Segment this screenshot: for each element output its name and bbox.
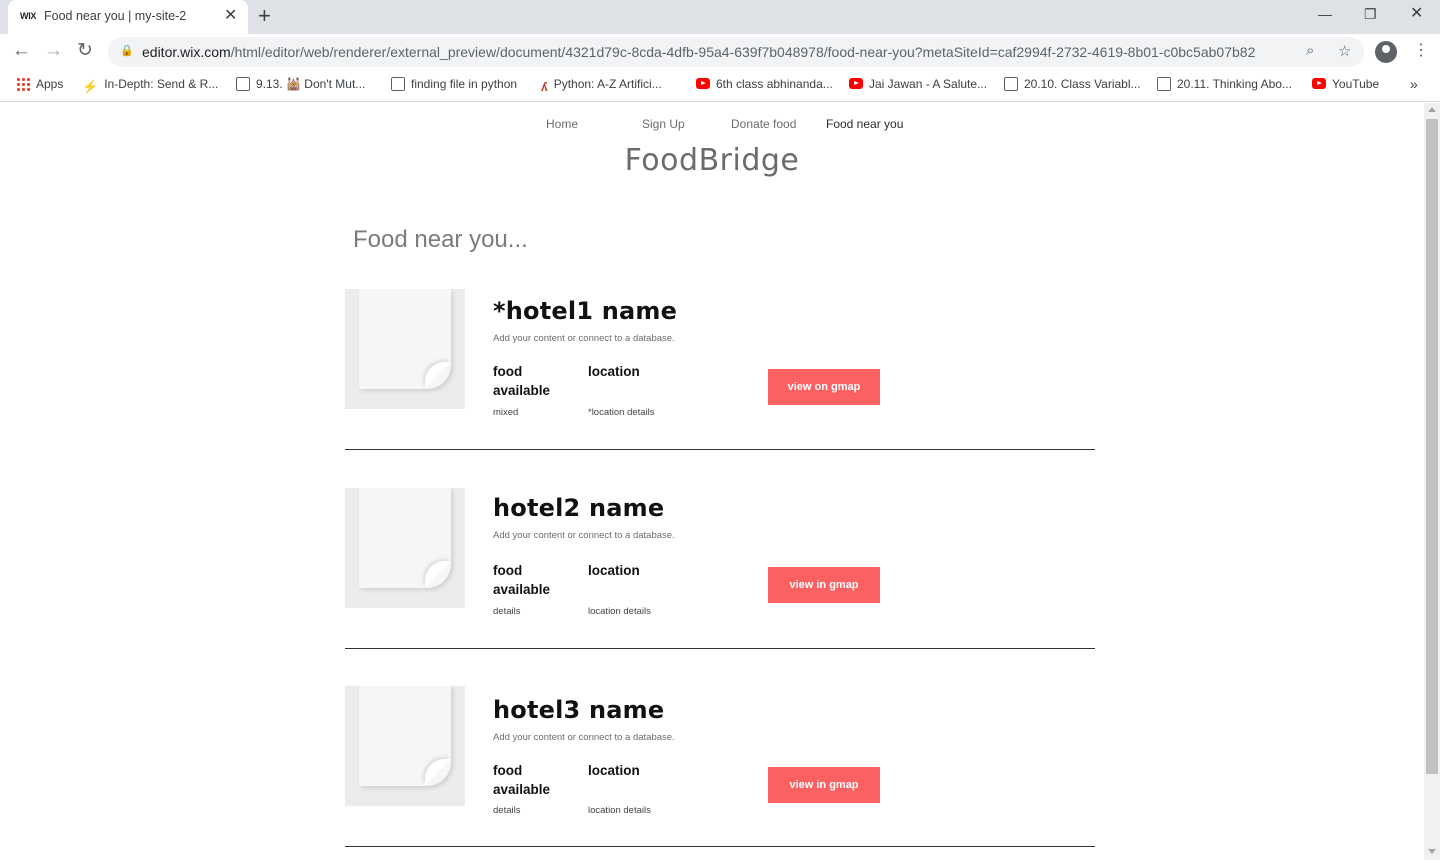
bookmark-item[interactable]: ʎ Python: A-Z Artifici... — [541, 77, 662, 94]
bookmark-item[interactable]: 20.11. Thinking Abo... — [1157, 77, 1292, 91]
tab-strip: WIX Food near you | my-site-2 ✕ + — ❐ ✕ — [0, 0, 1440, 34]
view-gmap-button[interactable]: view in gmap — [768, 767, 880, 803]
doc-icon — [1157, 77, 1171, 91]
view-gmap-button[interactable]: view on gmap — [768, 369, 880, 405]
location-value: location details — [588, 805, 651, 816]
bookmark-item[interactable]: ⚡ In-Depth: Send & R... — [82, 77, 218, 94]
youtube-icon — [696, 78, 710, 89]
nav-sign-up[interactable]: Sign Up — [642, 117, 685, 131]
hotel-description: Add your content or connect to a databas… — [493, 530, 675, 541]
bookmark-star-icon[interactable]: ☆ — [1338, 42, 1351, 60]
close-tab-icon[interactable]: ✕ — [224, 7, 237, 25]
food-value: details — [493, 805, 521, 816]
hotel-description: Add your content or connect to a databas… — [493, 732, 675, 743]
location-value: *location details — [588, 407, 655, 418]
bookmark-item[interactable]: Jai Jawan - A Salute... — [849, 77, 987, 91]
nav-donate-food[interactable]: Donate food — [731, 117, 796, 131]
hotel-name: hotel2 name — [493, 494, 665, 522]
hotel-description: Add your content or connect to a databas… — [493, 333, 675, 344]
doc-icon — [236, 77, 250, 91]
apps-grid-icon — [16, 77, 30, 91]
bookmark-item[interactable]: 20.10. Class Variabl... — [1004, 77, 1141, 91]
profile-avatar-icon[interactable] — [1375, 41, 1397, 63]
youtube-icon — [1312, 78, 1326, 89]
lock-icon: 🔒 — [120, 45, 134, 57]
hotel-image — [345, 488, 465, 608]
food-label: food available — [493, 563, 551, 597]
hotel-name: hotel3 name — [493, 696, 665, 724]
nav-food-near-you[interactable]: Food near you — [826, 117, 903, 131]
restore-icon[interactable]: ❐ — [1364, 4, 1377, 24]
forward-arrow-icon[interactable]: → — [44, 40, 63, 62]
page-scrollbar[interactable] — [1424, 103, 1440, 860]
food-value: details — [493, 606, 521, 617]
window-close-icon[interactable]: ✕ — [1410, 4, 1423, 24]
python-course-icon: ʎ — [541, 80, 548, 94]
reload-icon[interactable]: ↻ — [77, 40, 93, 62]
location-label: location — [588, 763, 640, 778]
nav-home[interactable]: Home — [546, 117, 578, 131]
bookmark-item[interactable]: finding file in python — [391, 77, 517, 91]
location-value: location details — [588, 606, 651, 617]
zoom-icon[interactable]: ⌕ — [1306, 42, 1314, 59]
back-arrow-icon[interactable]: ← — [12, 40, 31, 62]
site-logo[interactable]: FoodBridge — [0, 143, 1424, 178]
hotel-image — [345, 686, 465, 806]
kebab-menu-icon[interactable]: ⋮ — [1413, 40, 1429, 60]
more-bookmarks-icon[interactable]: » — [1410, 76, 1418, 92]
hotel-image — [345, 289, 465, 409]
location-label: location — [588, 364, 640, 379]
scroll-up-icon[interactable] — [1428, 107, 1436, 112]
browser-tab[interactable]: WIX Food near you | my-site-2 ✕ — [8, 0, 248, 34]
hotel-card: *hotel1 name Add your content or connect… — [345, 289, 1095, 449]
food-label: food available — [493, 763, 551, 797]
location-label: location — [588, 563, 640, 578]
url-text[interactable]: editor.wix.com/html/editor/web/renderer/… — [142, 44, 1255, 60]
hotel-card: hotel3 name Add your content or connect … — [345, 686, 1095, 846]
hotel-name: *hotel1 name — [493, 297, 678, 325]
bookmark-item[interactable]: Apps — [16, 77, 63, 91]
view-gmap-button[interactable]: view in gmap — [768, 567, 880, 603]
youtube-icon — [849, 78, 863, 89]
divider — [345, 846, 1095, 847]
tab-title: Food near you | my-site-2 — [44, 9, 187, 23]
divider — [345, 449, 1095, 450]
bookmark-item[interactable]: YouTube — [1312, 77, 1379, 91]
scroll-down-icon[interactable] — [1428, 849, 1436, 854]
page-title: Food near you... — [353, 226, 528, 253]
page-viewport: Home Sign Up Donate food Food near you F… — [0, 103, 1424, 860]
food-label: food available — [493, 364, 551, 398]
bookmark-item[interactable]: 9.13. 🕍 Don't Mut... — [236, 77, 365, 91]
browser-toolbar: ← → ↻ 🔒 editor.wix.com/html/editor/web/r… — [0, 34, 1440, 70]
minimize-icon[interactable]: — — [1318, 4, 1332, 24]
doc-icon — [1004, 77, 1018, 91]
address-bar[interactable]: 🔒 editor.wix.com/html/editor/web/rendere… — [108, 37, 1364, 67]
bookmark-item[interactable]: 6th class abhinanda... — [696, 77, 833, 91]
doc-icon — [391, 77, 405, 91]
wix-favicon-icon: WIX — [20, 11, 37, 21]
divider — [345, 648, 1095, 649]
food-value: mixed — [493, 407, 519, 418]
new-tab-icon[interactable]: + — [258, 4, 271, 28]
bookmarks-bar: Apps ⚡ In-Depth: Send & R... 9.13. 🕍 Don'… — [0, 70, 1440, 102]
scroll-thumb[interactable] — [1426, 119, 1438, 774]
bolt-icon: ⚡ — [82, 79, 99, 94]
hotel-card: hotel2 name Add your content or connect … — [345, 488, 1095, 648]
